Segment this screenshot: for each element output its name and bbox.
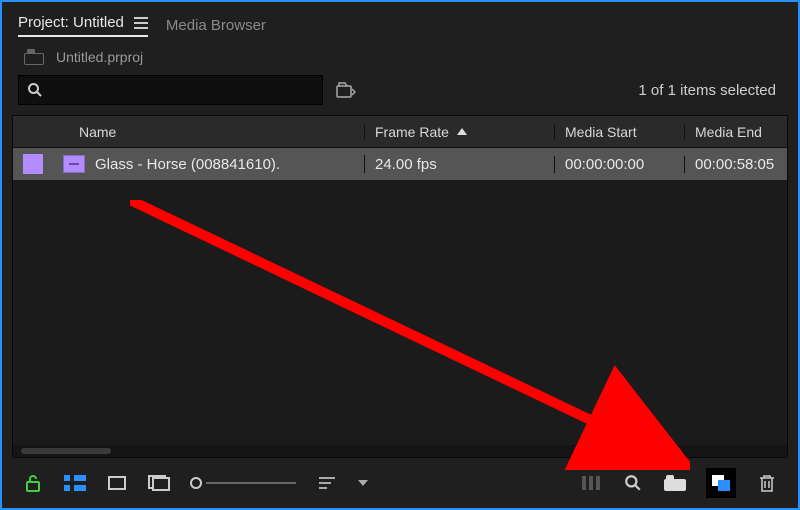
- list-view-icon[interactable]: [64, 472, 86, 494]
- project-bin-icon: [22, 49, 44, 65]
- project-filename: Untitled.prproj: [56, 49, 143, 65]
- panel-menu-icon[interactable]: [134, 17, 148, 29]
- clip-media-start: 00:00:00:00: [565, 156, 644, 173]
- automate-to-sequence-icon[interactable]: [580, 472, 602, 494]
- search-row: 1 of 1 items selected: [12, 75, 788, 115]
- tab-media-browser-label: Media Browser: [166, 17, 266, 34]
- clip-name: Glass - Horse (008841610).: [95, 156, 280, 173]
- clip-icon: [63, 155, 85, 173]
- tab-media-browser[interactable]: Media Browser: [166, 17, 266, 34]
- table-row[interactable]: Glass - Horse (008841610). 24.00 fps 00:…: [13, 148, 787, 180]
- horizontal-scrollbar[interactable]: [13, 445, 787, 457]
- sort-asc-icon: [457, 128, 467, 135]
- lock-open-icon[interactable]: [22, 472, 44, 494]
- project-file-row: Untitled.prproj: [12, 47, 788, 75]
- table-header: Name Frame Rate Media Start Media End: [13, 116, 787, 148]
- label-color-chip[interactable]: [23, 154, 43, 174]
- scrollbar-thumb[interactable]: [21, 448, 111, 454]
- freeform-view-icon[interactable]: [148, 472, 170, 494]
- new-bin-icon[interactable]: [664, 472, 686, 494]
- filter-bin-icon[interactable]: [335, 79, 357, 101]
- search-input[interactable]: [18, 75, 323, 105]
- col-header-media-end[interactable]: Media End: [685, 124, 787, 140]
- search-icon: [27, 82, 43, 98]
- zoom-slider-knob[interactable]: [190, 477, 202, 489]
- col-header-name[interactable]: Name: [55, 124, 365, 140]
- new-item-icon[interactable]: [706, 468, 736, 498]
- footer-toolbar: [12, 458, 788, 502]
- tab-project[interactable]: Project: Untitled: [18, 14, 148, 37]
- zoom-slider[interactable]: [190, 477, 296, 489]
- project-table: Name Frame Rate Media Start Media End Gl…: [12, 115, 788, 458]
- selection-status: 1 of 1 items selected: [638, 82, 782, 99]
- find-icon[interactable]: [622, 472, 644, 494]
- tab-project-label: Project: Untitled: [18, 14, 124, 31]
- project-panel: Project: Untitled Media Browser Untitled…: [0, 0, 800, 510]
- clip-media-end: 00:00:58:05: [695, 156, 774, 173]
- sort-menu-chevron-icon[interactable]: [358, 480, 368, 486]
- zoom-slider-track[interactable]: [206, 482, 296, 484]
- panel-tabs: Project: Untitled Media Browser: [12, 10, 788, 47]
- col-header-media-start[interactable]: Media Start: [555, 124, 685, 140]
- col-header-frame-rate[interactable]: Frame Rate: [365, 124, 555, 140]
- trash-icon[interactable]: [756, 472, 778, 494]
- clip-frame-rate: 24.00 fps: [375, 156, 437, 173]
- table-empty-area[interactable]: [13, 180, 787, 445]
- icon-view-icon[interactable]: [106, 472, 128, 494]
- sort-icon[interactable]: [316, 472, 338, 494]
